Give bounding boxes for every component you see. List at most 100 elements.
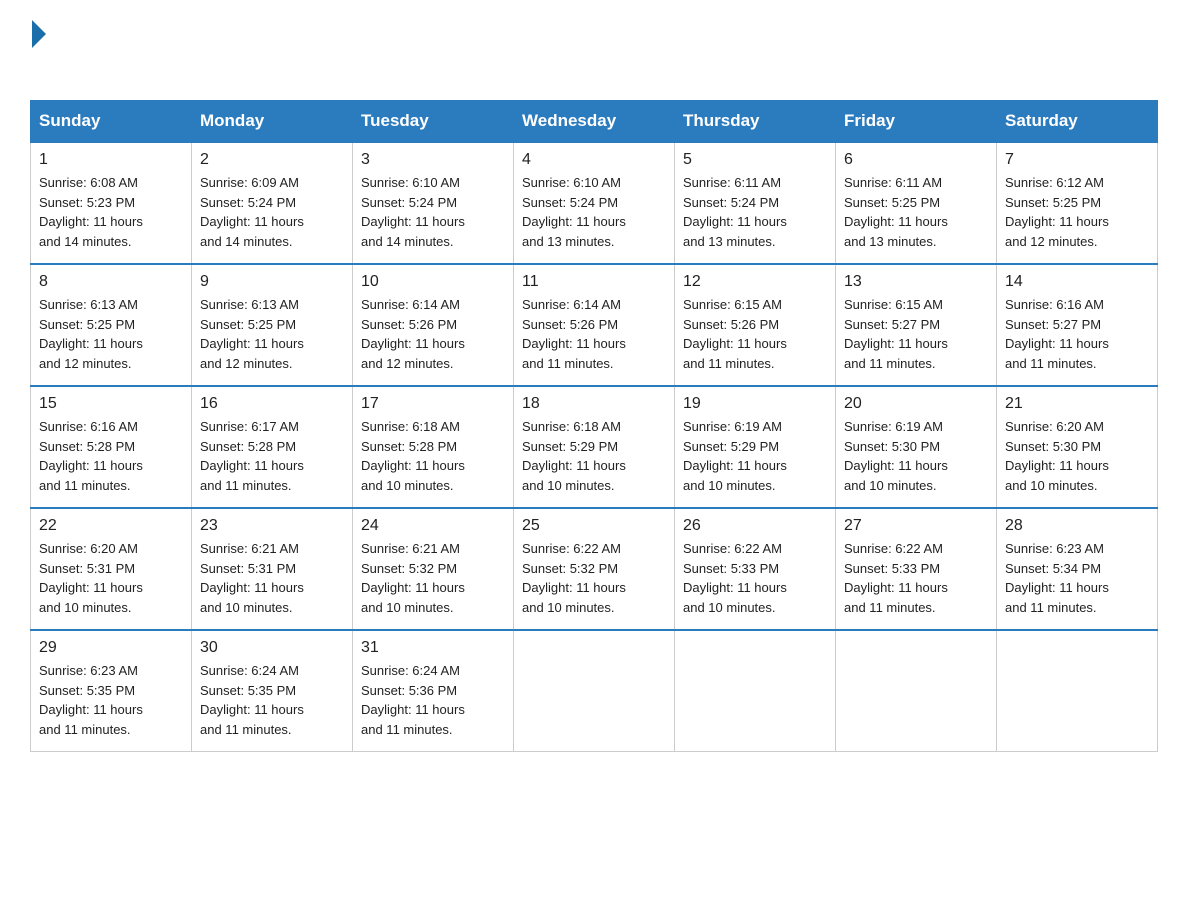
day-number: 19 — [683, 395, 827, 413]
day-info: Sunrise: 6:22 AMSunset: 5:32 PMDaylight:… — [522, 539, 666, 617]
day-cell-26: 26 Sunrise: 6:22 AMSunset: 5:33 PMDaylig… — [675, 508, 836, 630]
header-sunday: Sunday — [31, 101, 192, 143]
day-info: Sunrise: 6:18 AMSunset: 5:28 PMDaylight:… — [361, 417, 505, 495]
header-saturday: Saturday — [997, 101, 1158, 143]
header-tuesday: Tuesday — [353, 101, 514, 143]
day-cell-6: 6 Sunrise: 6:11 AMSunset: 5:25 PMDayligh… — [836, 142, 997, 264]
day-cell-10: 10 Sunrise: 6:14 AMSunset: 5:26 PMDaylig… — [353, 264, 514, 386]
day-info: Sunrise: 6:15 AMSunset: 5:26 PMDaylight:… — [683, 295, 827, 373]
day-cell-29: 29 Sunrise: 6:23 AMSunset: 5:35 PMDaylig… — [31, 630, 192, 752]
day-cell-22: 22 Sunrise: 6:20 AMSunset: 5:31 PMDaylig… — [31, 508, 192, 630]
day-cell-8: 8 Sunrise: 6:13 AMSunset: 5:25 PMDayligh… — [31, 264, 192, 386]
day-number: 4 — [522, 151, 666, 169]
day-cell-4: 4 Sunrise: 6:10 AMSunset: 5:24 PMDayligh… — [514, 142, 675, 264]
day-info: Sunrise: 6:19 AMSunset: 5:30 PMDaylight:… — [844, 417, 988, 495]
day-number: 6 — [844, 151, 988, 169]
day-info: Sunrise: 6:13 AMSunset: 5:25 PMDaylight:… — [39, 295, 183, 373]
page-header — [30, 20, 1158, 82]
day-number: 1 — [39, 151, 183, 169]
logo — [30, 20, 46, 82]
day-cell-21: 21 Sunrise: 6:20 AMSunset: 5:30 PMDaylig… — [997, 386, 1158, 508]
day-number: 5 — [683, 151, 827, 169]
day-number: 3 — [361, 151, 505, 169]
day-number: 8 — [39, 273, 183, 291]
day-number: 11 — [522, 273, 666, 291]
calendar-header-row: SundayMondayTuesdayWednesdayThursdayFrid… — [31, 101, 1158, 143]
day-number: 28 — [1005, 517, 1149, 535]
day-cell-23: 23 Sunrise: 6:21 AMSunset: 5:31 PMDaylig… — [192, 508, 353, 630]
day-cell-12: 12 Sunrise: 6:15 AMSunset: 5:26 PMDaylig… — [675, 264, 836, 386]
day-number: 18 — [522, 395, 666, 413]
day-info: Sunrise: 6:10 AMSunset: 5:24 PMDaylight:… — [361, 173, 505, 251]
day-cell-20: 20 Sunrise: 6:19 AMSunset: 5:30 PMDaylig… — [836, 386, 997, 508]
day-number: 10 — [361, 273, 505, 291]
day-number: 20 — [844, 395, 988, 413]
day-cell-1: 1 Sunrise: 6:08 AMSunset: 5:23 PMDayligh… — [31, 142, 192, 264]
day-number: 7 — [1005, 151, 1149, 169]
day-cell-18: 18 Sunrise: 6:18 AMSunset: 5:29 PMDaylig… — [514, 386, 675, 508]
day-cell-17: 17 Sunrise: 6:18 AMSunset: 5:28 PMDaylig… — [353, 386, 514, 508]
day-info: Sunrise: 6:20 AMSunset: 5:30 PMDaylight:… — [1005, 417, 1149, 495]
week-row-4: 22 Sunrise: 6:20 AMSunset: 5:31 PMDaylig… — [31, 508, 1158, 630]
day-cell-27: 27 Sunrise: 6:22 AMSunset: 5:33 PMDaylig… — [836, 508, 997, 630]
day-cell-28: 28 Sunrise: 6:23 AMSunset: 5:34 PMDaylig… — [997, 508, 1158, 630]
day-cell-24: 24 Sunrise: 6:21 AMSunset: 5:32 PMDaylig… — [353, 508, 514, 630]
day-info: Sunrise: 6:18 AMSunset: 5:29 PMDaylight:… — [522, 417, 666, 495]
day-number: 30 — [200, 639, 344, 657]
day-cell-11: 11 Sunrise: 6:14 AMSunset: 5:26 PMDaylig… — [514, 264, 675, 386]
logo-text — [30, 20, 46, 50]
day-info: Sunrise: 6:11 AMSunset: 5:25 PMDaylight:… — [844, 173, 988, 251]
day-number: 31 — [361, 639, 505, 657]
day-number: 2 — [200, 151, 344, 169]
day-info: Sunrise: 6:22 AMSunset: 5:33 PMDaylight:… — [683, 539, 827, 617]
day-info: Sunrise: 6:24 AMSunset: 5:35 PMDaylight:… — [200, 661, 344, 739]
day-cell-7: 7 Sunrise: 6:12 AMSunset: 5:25 PMDayligh… — [997, 142, 1158, 264]
day-info: Sunrise: 6:14 AMSunset: 5:26 PMDaylight:… — [522, 295, 666, 373]
day-number: 26 — [683, 517, 827, 535]
day-number: 17 — [361, 395, 505, 413]
day-info: Sunrise: 6:11 AMSunset: 5:24 PMDaylight:… — [683, 173, 827, 251]
day-number: 29 — [39, 639, 183, 657]
calendar-table: SundayMondayTuesdayWednesdayThursdayFrid… — [30, 100, 1158, 752]
day-info: Sunrise: 6:24 AMSunset: 5:36 PMDaylight:… — [361, 661, 505, 739]
day-cell-30: 30 Sunrise: 6:24 AMSunset: 5:35 PMDaylig… — [192, 630, 353, 752]
day-number: 15 — [39, 395, 183, 413]
day-cell-5: 5 Sunrise: 6:11 AMSunset: 5:24 PMDayligh… — [675, 142, 836, 264]
day-cell-25: 25 Sunrise: 6:22 AMSunset: 5:32 PMDaylig… — [514, 508, 675, 630]
header-friday: Friday — [836, 101, 997, 143]
header-wednesday: Wednesday — [514, 101, 675, 143]
day-info: Sunrise: 6:19 AMSunset: 5:29 PMDaylight:… — [683, 417, 827, 495]
empty-cell — [675, 630, 836, 752]
day-info: Sunrise: 6:12 AMSunset: 5:25 PMDaylight:… — [1005, 173, 1149, 251]
day-info: Sunrise: 6:22 AMSunset: 5:33 PMDaylight:… — [844, 539, 988, 617]
day-info: Sunrise: 6:17 AMSunset: 5:28 PMDaylight:… — [200, 417, 344, 495]
day-number: 21 — [1005, 395, 1149, 413]
day-cell-3: 3 Sunrise: 6:10 AMSunset: 5:24 PMDayligh… — [353, 142, 514, 264]
day-number: 27 — [844, 517, 988, 535]
day-info: Sunrise: 6:23 AMSunset: 5:35 PMDaylight:… — [39, 661, 183, 739]
day-cell-31: 31 Sunrise: 6:24 AMSunset: 5:36 PMDaylig… — [353, 630, 514, 752]
day-info: Sunrise: 6:13 AMSunset: 5:25 PMDaylight:… — [200, 295, 344, 373]
day-info: Sunrise: 6:16 AMSunset: 5:28 PMDaylight:… — [39, 417, 183, 495]
day-info: Sunrise: 6:16 AMSunset: 5:27 PMDaylight:… — [1005, 295, 1149, 373]
day-number: 12 — [683, 273, 827, 291]
day-info: Sunrise: 6:21 AMSunset: 5:31 PMDaylight:… — [200, 539, 344, 617]
week-row-1: 1 Sunrise: 6:08 AMSunset: 5:23 PMDayligh… — [31, 142, 1158, 264]
day-info: Sunrise: 6:21 AMSunset: 5:32 PMDaylight:… — [361, 539, 505, 617]
day-number: 22 — [39, 517, 183, 535]
day-number: 16 — [200, 395, 344, 413]
day-cell-19: 19 Sunrise: 6:19 AMSunset: 5:29 PMDaylig… — [675, 386, 836, 508]
day-cell-9: 9 Sunrise: 6:13 AMSunset: 5:25 PMDayligh… — [192, 264, 353, 386]
day-number: 24 — [361, 517, 505, 535]
header-monday: Monday — [192, 101, 353, 143]
day-info: Sunrise: 6:15 AMSunset: 5:27 PMDaylight:… — [844, 295, 988, 373]
day-number: 23 — [200, 517, 344, 535]
day-info: Sunrise: 6:23 AMSunset: 5:34 PMDaylight:… — [1005, 539, 1149, 617]
empty-cell — [514, 630, 675, 752]
empty-cell — [997, 630, 1158, 752]
day-cell-15: 15 Sunrise: 6:16 AMSunset: 5:28 PMDaylig… — [31, 386, 192, 508]
day-info: Sunrise: 6:09 AMSunset: 5:24 PMDaylight:… — [200, 173, 344, 251]
day-number: 9 — [200, 273, 344, 291]
day-info: Sunrise: 6:08 AMSunset: 5:23 PMDaylight:… — [39, 173, 183, 251]
week-row-5: 29 Sunrise: 6:23 AMSunset: 5:35 PMDaylig… — [31, 630, 1158, 752]
